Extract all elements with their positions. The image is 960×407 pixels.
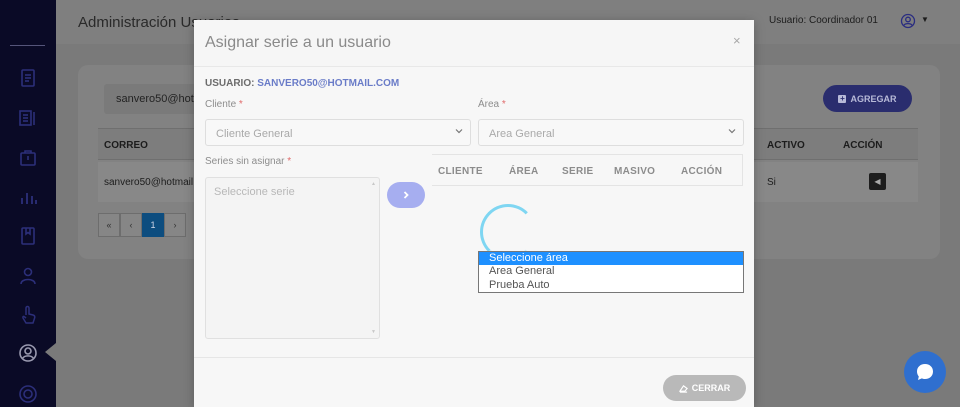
assign-series-modal: Asignar serie a un usuario × USUARIO: SA…	[194, 20, 754, 407]
selected-user: USUARIO: SANVERO50@HOTMAIL.COM	[205, 78, 399, 89]
plus-icon: +	[838, 93, 847, 103]
series-label: Series sin asignar *	[205, 156, 291, 167]
chevron-down-icon	[728, 129, 736, 134]
bag-icon[interactable]	[18, 147, 38, 167]
pager-page-1[interactable]: 1	[142, 213, 164, 237]
user-prefix: USUARIO:	[205, 78, 258, 89]
user-menu-caret-icon[interactable]: ▼	[921, 15, 929, 24]
modal-body: USUARIO: SANVERO50@HOTMAIL.COM Cliente *…	[194, 67, 754, 357]
user-email: SANVERO50@HOTMAIL.COM	[257, 78, 400, 89]
assign-arrow-button[interactable]	[387, 182, 425, 208]
dropdown-option[interactable]: Area General	[479, 265, 743, 278]
dropdown-option[interactable]: Seleccione área	[479, 252, 743, 266]
sidebar-divider	[10, 45, 45, 46]
book-icon[interactable]	[18, 226, 38, 246]
pagination: « ‹ 1 ›	[98, 213, 186, 237]
area-dropdown-list[interactable]: Seleccione área Area General Prueba Auto	[478, 251, 744, 293]
column-header-serie: SERIE	[562, 166, 594, 177]
area-select-value: Area General	[489, 128, 555, 140]
cliente-label: Cliente *	[205, 99, 243, 110]
modal-footer: CERRAR	[194, 357, 754, 407]
column-header-cliente: CLIENTE	[438, 166, 483, 177]
assigned-table-header: CLIENTE ÁREA SERIE MASIVO ACCIÓN	[432, 154, 743, 186]
table-row: sanvero50@hotmail.com	[98, 162, 194, 202]
pager-next[interactable]: ›	[164, 213, 186, 237]
table-header-left: CORREO	[98, 128, 194, 160]
column-header-area: ÁREA	[509, 166, 539, 177]
scroll-up-icon[interactable]: ▲	[371, 181, 376, 187]
close-button-label: CERRAR	[691, 383, 731, 393]
cliente-select[interactable]: Cliente General	[205, 119, 471, 146]
user-avatar-icon[interactable]	[900, 13, 916, 29]
row-activo: Si	[767, 177, 776, 188]
chevron-right-icon	[403, 191, 409, 199]
add-button-label: AGREGAR	[850, 93, 897, 104]
column-header-activo: ACTIVO	[767, 140, 805, 151]
report-icon[interactable]	[18, 68, 38, 88]
column-header-accion: ACCIÓN	[681, 166, 723, 177]
chat-bubble-icon	[917, 364, 933, 380]
hand-pointer-icon[interactable]	[18, 305, 38, 325]
list-icon[interactable]	[18, 108, 38, 128]
modal-header: Asignar serie a un usuario ×	[194, 20, 754, 67]
column-header-correo: CORREO	[104, 140, 148, 151]
person-icon[interactable]	[18, 266, 38, 286]
area-label: Área *	[478, 99, 506, 110]
active-indicator	[45, 343, 56, 361]
table-row-right: Si	[754, 162, 918, 202]
required-mark: *	[238, 99, 243, 110]
user-circle-icon[interactable]	[18, 343, 38, 363]
cliente-select-value: Cliente General	[216, 128, 293, 140]
cliente-label-text: Cliente	[205, 99, 237, 110]
area-select[interactable]: Area General	[478, 119, 744, 146]
add-button[interactable]: + AGREGAR	[823, 85, 912, 112]
eraser-icon	[678, 384, 688, 393]
modal-title: Asignar serie a un usuario	[205, 34, 391, 51]
settings-circle-icon[interactable]	[18, 384, 38, 404]
dropdown-option[interactable]: Prueba Auto	[479, 279, 743, 292]
row-action-button[interactable]: ◀	[869, 173, 886, 190]
column-header-accion: ACCIÓN	[843, 140, 883, 151]
required-mark: *	[501, 99, 506, 110]
sidebar	[0, 0, 56, 407]
pager-prev[interactable]: ‹	[120, 213, 142, 237]
user-filter-input[interactable]: sanvero50@hotmail.com	[104, 84, 238, 114]
pager-first[interactable]: «	[98, 213, 120, 237]
column-header-masivo: MASIVO	[614, 166, 656, 177]
table-header-right: ACTIVO ACCIÓN	[754, 128, 918, 160]
chat-widget-button[interactable]	[904, 351, 946, 393]
row-correo: sanvero50@hotmail.com	[104, 177, 194, 188]
required-mark: *	[287, 156, 292, 167]
series-listbox[interactable]: Seleccione serie ▲ ▼	[205, 177, 380, 339]
close-icon[interactable]: ×	[733, 33, 741, 48]
area-label-text: Área	[478, 99, 500, 110]
chevron-down-icon	[455, 129, 463, 134]
close-button[interactable]: CERRAR	[663, 375, 746, 401]
current-user-label: Usuario: Coordinador 01	[769, 15, 878, 26]
series-placeholder: Seleccione serie	[214, 186, 295, 198]
chart-icon[interactable]	[18, 187, 38, 207]
scroll-down-icon[interactable]: ▼	[371, 329, 376, 335]
series-label-text: Series sin asignar	[205, 156, 285, 167]
